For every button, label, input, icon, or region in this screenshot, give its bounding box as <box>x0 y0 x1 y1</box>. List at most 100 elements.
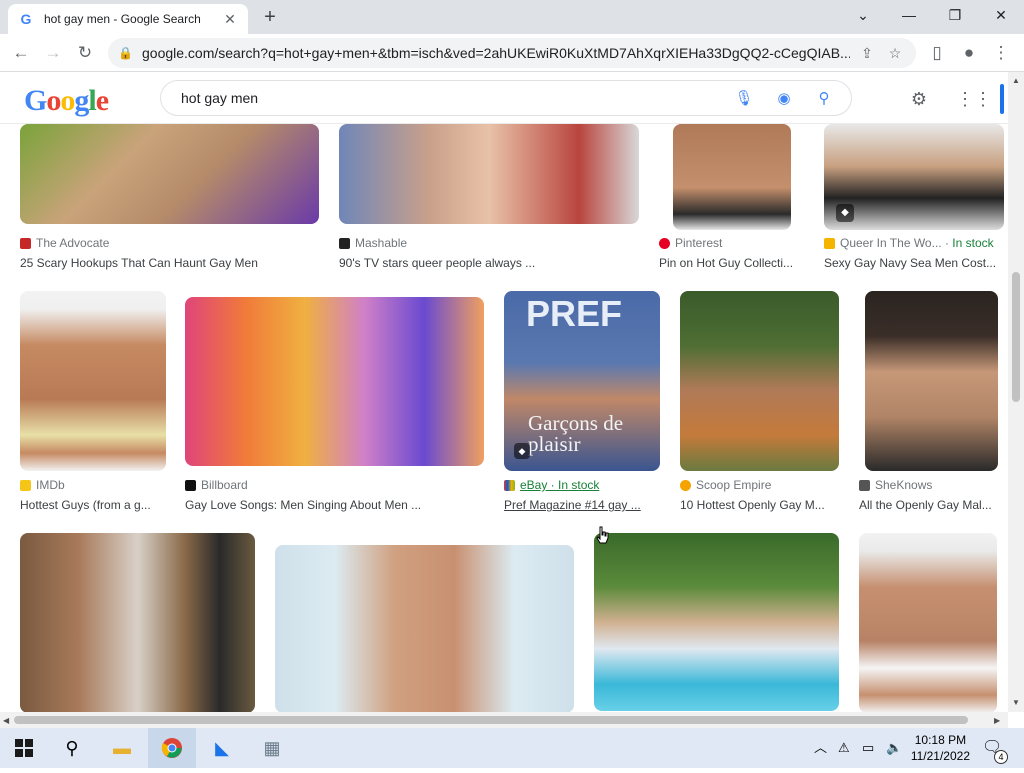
scroll-right-arrow-icon[interactable]: ▶ <box>994 716 1000 725</box>
image-result[interactable]: Pinterest Pin on Hot Guy Collecti... <box>659 124 805 274</box>
image-result[interactable] <box>20 533 256 712</box>
result-caption[interactable]: Gay Love Songs: Men Singing About Men ..… <box>185 498 485 512</box>
photo-viewer-icon[interactable]: ▦ <box>248 728 296 768</box>
vertical-scrollbar[interactable]: ▲ ▼ <box>1008 72 1024 712</box>
horizontal-scrollbar[interactable]: ◀ ▶ <box>0 712 1008 728</box>
source-name[interactable]: Scoop Empire <box>696 478 771 492</box>
result-source[interactable]: Pinterest <box>659 236 722 250</box>
reload-icon[interactable]: ↻ <box>72 40 98 66</box>
image-result[interactable] <box>594 533 840 712</box>
source-name[interactable]: SheKnows <box>875 478 932 492</box>
image-result[interactable]: The Advocate 25 Scary Hookups That Can H… <box>20 124 320 274</box>
result-caption[interactable]: Hottest Guys (from a g... <box>20 498 166 512</box>
new-tab-button[interactable]: + <box>258 6 282 30</box>
magazine-title: PREF <box>526 293 623 334</box>
apps-grid-icon[interactable]: ⋮⋮ <box>956 86 992 112</box>
result-thumbnail[interactable] <box>275 545 574 712</box>
sign-in-edge[interactable] <box>1000 84 1004 114</box>
result-caption[interactable]: Pref Magazine #14 gay ... <box>504 498 662 512</box>
search-icon[interactable]: ⚲ <box>48 728 96 768</box>
system-clock[interactable]: 10:18 PM 11/21/2022 <box>911 732 970 764</box>
vertical-scrollbar-thumb[interactable] <box>1012 272 1020 402</box>
close-tab-button[interactable]: ✕ <box>222 11 238 28</box>
browser-tab[interactable]: G hot gay men - Google Search ✕ <box>8 4 248 34</box>
result-thumbnail[interactable] <box>859 533 997 712</box>
tab-search-icon[interactable]: ⌄ <box>840 0 886 30</box>
result-thumbnail[interactable] <box>594 533 839 711</box>
address-bar[interactable]: 🔒 google.com/search?q=hot+gay+men+&tbm=i… <box>108 38 916 68</box>
image-result[interactable]: IMDb Hottest Guys (from a g... <box>20 291 166 515</box>
scroll-left-arrow-icon[interactable]: ◀ <box>3 716 9 725</box>
back-arrow-icon[interactable]: ← <box>8 40 34 66</box>
result-source[interactable]: eBay · In stock <box>504 478 599 492</box>
result-thumbnail[interactable] <box>339 124 639 224</box>
file-explorer-icon[interactable]: ▬ <box>98 728 146 768</box>
result-caption[interactable]: All the Openly Gay Mal... <box>859 498 999 512</box>
result-thumbnail[interactable] <box>673 124 791 230</box>
scroll-up-arrow-icon[interactable]: ▲ <box>1012 76 1020 85</box>
source-name[interactable]: Queer In The Wo... <box>840 236 942 250</box>
image-result[interactable]: Billboard Gay Love Songs: Men Singing Ab… <box>185 291 485 515</box>
close-window-button[interactable]: ✕ <box>978 0 1024 30</box>
result-thumbnail[interactable] <box>865 291 998 471</box>
source-name[interactable]: IMDb <box>36 478 65 492</box>
result-source[interactable]: The Advocate <box>20 236 109 250</box>
result-thumbnail[interactable] <box>20 291 166 471</box>
source-name[interactable]: The Advocate <box>36 236 109 250</box>
image-result[interactable]: ◆ Queer In The Wo... · In stock Sexy Gay… <box>824 124 1004 274</box>
result-thumbnail[interactable]: ◆ <box>824 124 1004 230</box>
result-thumbnail[interactable] <box>185 297 484 466</box>
result-caption[interactable]: 90's TV stars queer people always ... <box>339 256 639 270</box>
windows-start-icon[interactable] <box>0 728 48 768</box>
image-result[interactable] <box>859 533 999 712</box>
image-result[interactable]: Mashable 90's TV stars queer people alwa… <box>339 124 639 274</box>
scroll-down-arrow-icon[interactable]: ▼ <box>1012 698 1020 707</box>
camera-lens-icon[interactable]: ◉ <box>769 89 799 107</box>
side-panel-icon[interactable]: ▯ <box>924 40 950 66</box>
app-icon[interactable]: ◣ <box>198 728 246 768</box>
microphone-icon[interactable]: 🎙 <box>729 89 759 107</box>
result-source[interactable]: SheKnows <box>859 478 932 492</box>
search-input[interactable]: hot gay men <box>181 90 719 106</box>
result-thumbnail[interactable] <box>20 124 319 224</box>
bookmark-star-icon[interactable]: ☆ <box>884 45 906 62</box>
result-source[interactable]: Mashable <box>339 236 407 250</box>
search-icon[interactable]: ⚲ <box>809 89 839 107</box>
result-caption[interactable]: Sexy Gay Navy Sea Men Cost... <box>824 256 1004 270</box>
search-box[interactable]: hot gay men 🎙 ◉ ⚲ <box>160 80 852 116</box>
image-result[interactable]: SheKnows All the Openly Gay Mal... <box>859 291 999 515</box>
result-source[interactable]: Billboard <box>185 478 248 492</box>
result-caption[interactable]: Pin on Hot Guy Collecti... <box>659 256 805 270</box>
settings-gear-icon[interactable]: ⚙ <box>906 86 932 112</box>
chrome-icon[interactable] <box>148 728 196 768</box>
url-text[interactable]: google.com/search?q=hot+gay+men+&tbm=isc… <box>142 45 850 61</box>
image-result[interactable]: Scoop Empire 10 Hottest Openly Gay M... <box>680 291 840 515</box>
result-caption[interactable]: 25 Scary Hookups That Can Haunt Gay Men <box>20 256 320 270</box>
result-thumbnail[interactable] <box>20 533 255 712</box>
image-result[interactable] <box>275 533 575 712</box>
source-name[interactable]: Mashable <box>355 236 407 250</box>
source-name[interactable]: eBay · In stock <box>520 478 599 492</box>
result-source[interactable]: Scoop Empire <box>680 478 771 492</box>
result-thumbnail[interactable] <box>680 291 839 471</box>
horizontal-scrollbar-thumb[interactable] <box>14 716 968 724</box>
network-icon[interactable]: ▭ <box>862 728 874 768</box>
show-hidden-icons-chevron-icon[interactable]: ︿ <box>814 728 827 768</box>
google-logo[interactable]: Google <box>24 84 109 118</box>
chrome-menu-icon[interactable]: ⋮ <box>988 40 1014 66</box>
network-alert-icon[interactable]: ⚠ <box>838 728 850 768</box>
lock-icon[interactable]: 🔒 <box>118 46 133 60</box>
source-name[interactable]: Billboard <box>201 478 248 492</box>
minimize-button[interactable]: — <box>886 0 932 30</box>
result-caption[interactable]: 10 Hottest Openly Gay M... <box>680 498 840 512</box>
volume-icon[interactable]: 🔈 <box>886 728 902 768</box>
result-source[interactable]: Queer In The Wo... · In stock <box>824 236 994 250</box>
profile-avatar-icon[interactable]: ● <box>956 40 982 66</box>
maximize-button[interactable]: ❐ <box>932 0 978 30</box>
image-result[interactable]: PREF Garçons de plaisir ◆ eBay · In stoc… <box>504 291 662 515</box>
forward-arrow-icon[interactable]: → <box>40 40 66 66</box>
result-source[interactable]: IMDb <box>20 478 65 492</box>
share-icon[interactable]: ⇪ <box>856 45 878 62</box>
source-name[interactable]: Pinterest <box>675 236 722 250</box>
result-thumbnail[interactable]: PREF Garçons de plaisir ◆ <box>504 291 660 471</box>
